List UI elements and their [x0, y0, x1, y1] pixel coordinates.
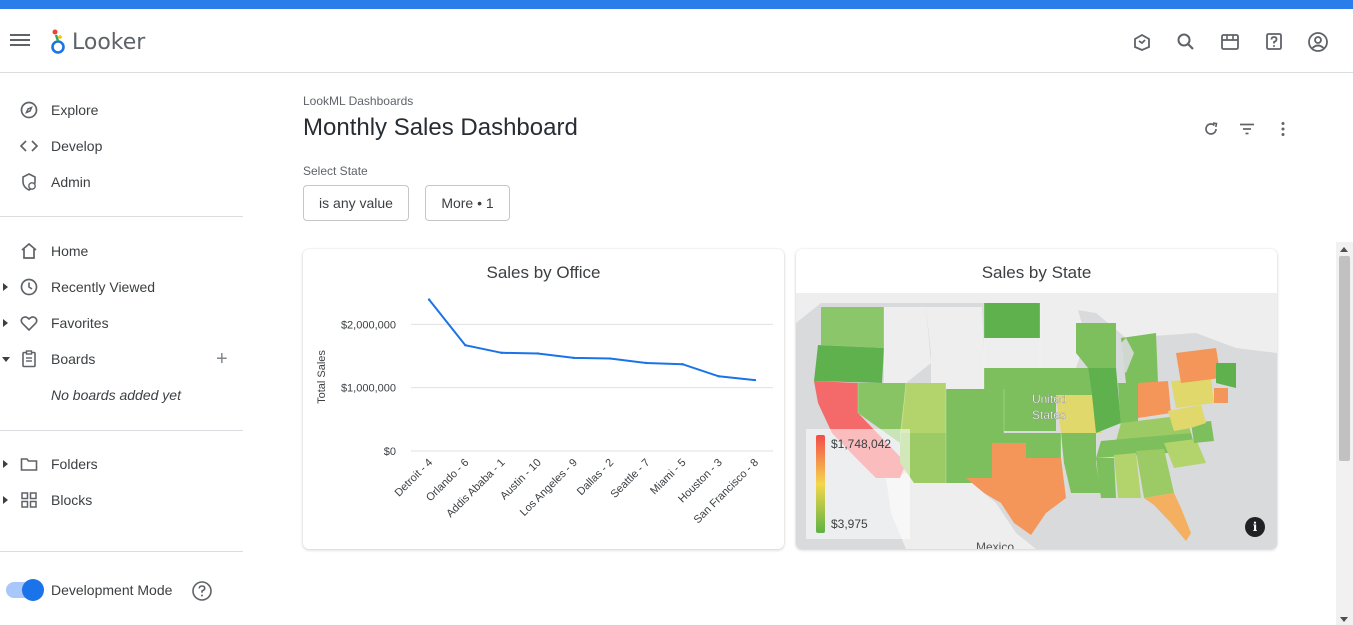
state-filter-button[interactable]: is any value: [303, 185, 409, 221]
data-point: [572, 356, 576, 360]
help-icon[interactable]: [1259, 27, 1289, 57]
clock-icon: [19, 277, 39, 297]
expand-caret-icon[interactable]: [3, 496, 8, 504]
app-name: Looker: [72, 29, 146, 55]
filter-label: Select State: [303, 164, 368, 178]
sidebar-item-blocks[interactable]: Blocks: [0, 482, 243, 518]
x-tick-label: Seattle - 7: [608, 457, 652, 501]
development-mode-label: Development Mode: [51, 582, 173, 598]
sidebar-divider: [0, 430, 243, 431]
legend-max-value: $1,748,042: [831, 437, 892, 451]
toggle-knob: [22, 579, 44, 601]
sidebar-item-label: Home: [51, 243, 89, 259]
expand-caret-icon[interactable]: [3, 283, 8, 291]
search-icon[interactable]: [1171, 27, 1201, 57]
folder-icon: [19, 454, 39, 474]
data-point: [427, 298, 431, 301]
sidebar-item-label: Explore: [51, 102, 99, 118]
development-mode-toggle[interactable]: [6, 579, 44, 601]
data-point: [681, 363, 684, 366]
scrollbar-thumb[interactable]: [1339, 256, 1350, 461]
account-icon[interactable]: [1303, 27, 1333, 57]
data-point: [645, 361, 648, 365]
scroll-up-arrow-icon[interactable]: [1340, 247, 1348, 252]
sidebar-item-develop[interactable]: Develop: [0, 128, 243, 164]
browser-top-strip: [0, 0, 1353, 9]
expand-caret-icon[interactable]: [3, 319, 8, 327]
sidebar-item-label: Blocks: [51, 492, 93, 508]
sidebar-divider: [0, 216, 243, 217]
more-filters-button[interactable]: More • 1: [425, 185, 510, 221]
sidebar-item-label: Develop: [51, 138, 103, 154]
y-tick-label: $1,000,000: [341, 383, 396, 395]
sidebar-item-label: Admin: [51, 174, 91, 190]
sidebar-item-label: Folders: [51, 456, 98, 472]
scroll-down-arrow-icon[interactable]: [1340, 617, 1348, 622]
y-tick-label: $2,000,000: [341, 319, 396, 331]
sales-by-state-tile: Sales by State United States Mexico $1,7…: [796, 249, 1277, 549]
sidebar-divider: [0, 551, 243, 552]
heart-icon: [19, 313, 39, 333]
menu-icon[interactable]: [10, 31, 32, 51]
sidebar: Explore Develop Admin Home Recently View…: [0, 73, 243, 625]
sidebar-item-explore[interactable]: Explore: [0, 92, 243, 128]
sidebar-item-admin[interactable]: Admin: [0, 164, 243, 200]
expand-caret-icon[interactable]: [3, 460, 8, 468]
looker-logo[interactable]: Looker: [50, 27, 145, 57]
sidebar-item-label: Favorites: [51, 315, 109, 331]
tile-title: Sales by State: [981, 263, 1092, 282]
data-point: [608, 357, 612, 360]
looker-logo-mark: [50, 28, 66, 56]
compass-icon: [19, 100, 39, 120]
legend-color-scale: [816, 435, 825, 533]
sidebar-item-recently-viewed[interactable]: Recently Viewed: [0, 269, 243, 305]
map-country-label: United: [1032, 392, 1067, 406]
add-board-icon[interactable]: +: [216, 348, 228, 371]
home-icon: [19, 241, 39, 261]
boards-empty-note: No boards added yet: [51, 387, 181, 403]
admin-icon: [19, 172, 39, 192]
breadcrumb[interactable]: LookML Dashboards: [303, 94, 413, 108]
legend-min-value: $3,975: [831, 517, 868, 531]
filter-icon[interactable]: [1235, 117, 1259, 141]
help-circle-icon[interactable]: [191, 580, 213, 607]
sidebar-item-home[interactable]: Home: [0, 233, 243, 269]
clipboard-icon: [19, 349, 39, 369]
code-icon: [19, 136, 39, 156]
sidebar-item-folders[interactable]: Folders: [0, 446, 243, 482]
learn-icon[interactable]: [1127, 27, 1157, 57]
marketplace-icon[interactable]: [1215, 27, 1245, 57]
sales-by-office-chart: $0$1,000,000$2,000,000Total SalesDetroit…: [316, 298, 773, 526]
blocks-icon: [19, 490, 39, 510]
us-choropleth-map[interactable]: United States Mexico $1,748,042 $3,975 i: [796, 293, 1277, 549]
y-tick-label: $0: [384, 446, 396, 458]
map-country-label: States: [1032, 408, 1066, 422]
data-point: [536, 352, 539, 355]
vertical-scrollbar[interactable]: [1336, 242, 1353, 625]
sales-line-series: [428, 298, 756, 382]
data-point: [753, 378, 757, 382]
info-icon[interactable]: i: [1245, 517, 1265, 537]
data-point: [464, 344, 467, 347]
sidebar-item-boards[interactable]: Boards +: [0, 341, 243, 377]
x-tick-label: San Francisco - 8: [692, 457, 761, 526]
more-vert-icon[interactable]: [1271, 117, 1295, 141]
data-point: [717, 375, 720, 378]
refresh-icon[interactable]: [1199, 117, 1223, 141]
y-axis-label: Total Sales: [316, 350, 328, 404]
page-title: Monthly Sales Dashboard: [303, 114, 578, 141]
sidebar-item-favorites[interactable]: Favorites: [0, 305, 243, 341]
app-header: Looker: [0, 9, 1353, 73]
collapse-caret-icon[interactable]: [2, 356, 10, 362]
map-mexico-label: Mexico: [976, 540, 1014, 549]
sidebar-item-label: Recently Viewed: [51, 279, 156, 295]
sidebar-item-label: Boards: [51, 351, 96, 367]
data-point: [500, 351, 503, 355]
map-legend: $1,748,042 $3,975: [806, 429, 910, 539]
sales-by-office-tile: Sales by Office $0 $1,000,000 $2,000,000 To…: [303, 249, 784, 549]
